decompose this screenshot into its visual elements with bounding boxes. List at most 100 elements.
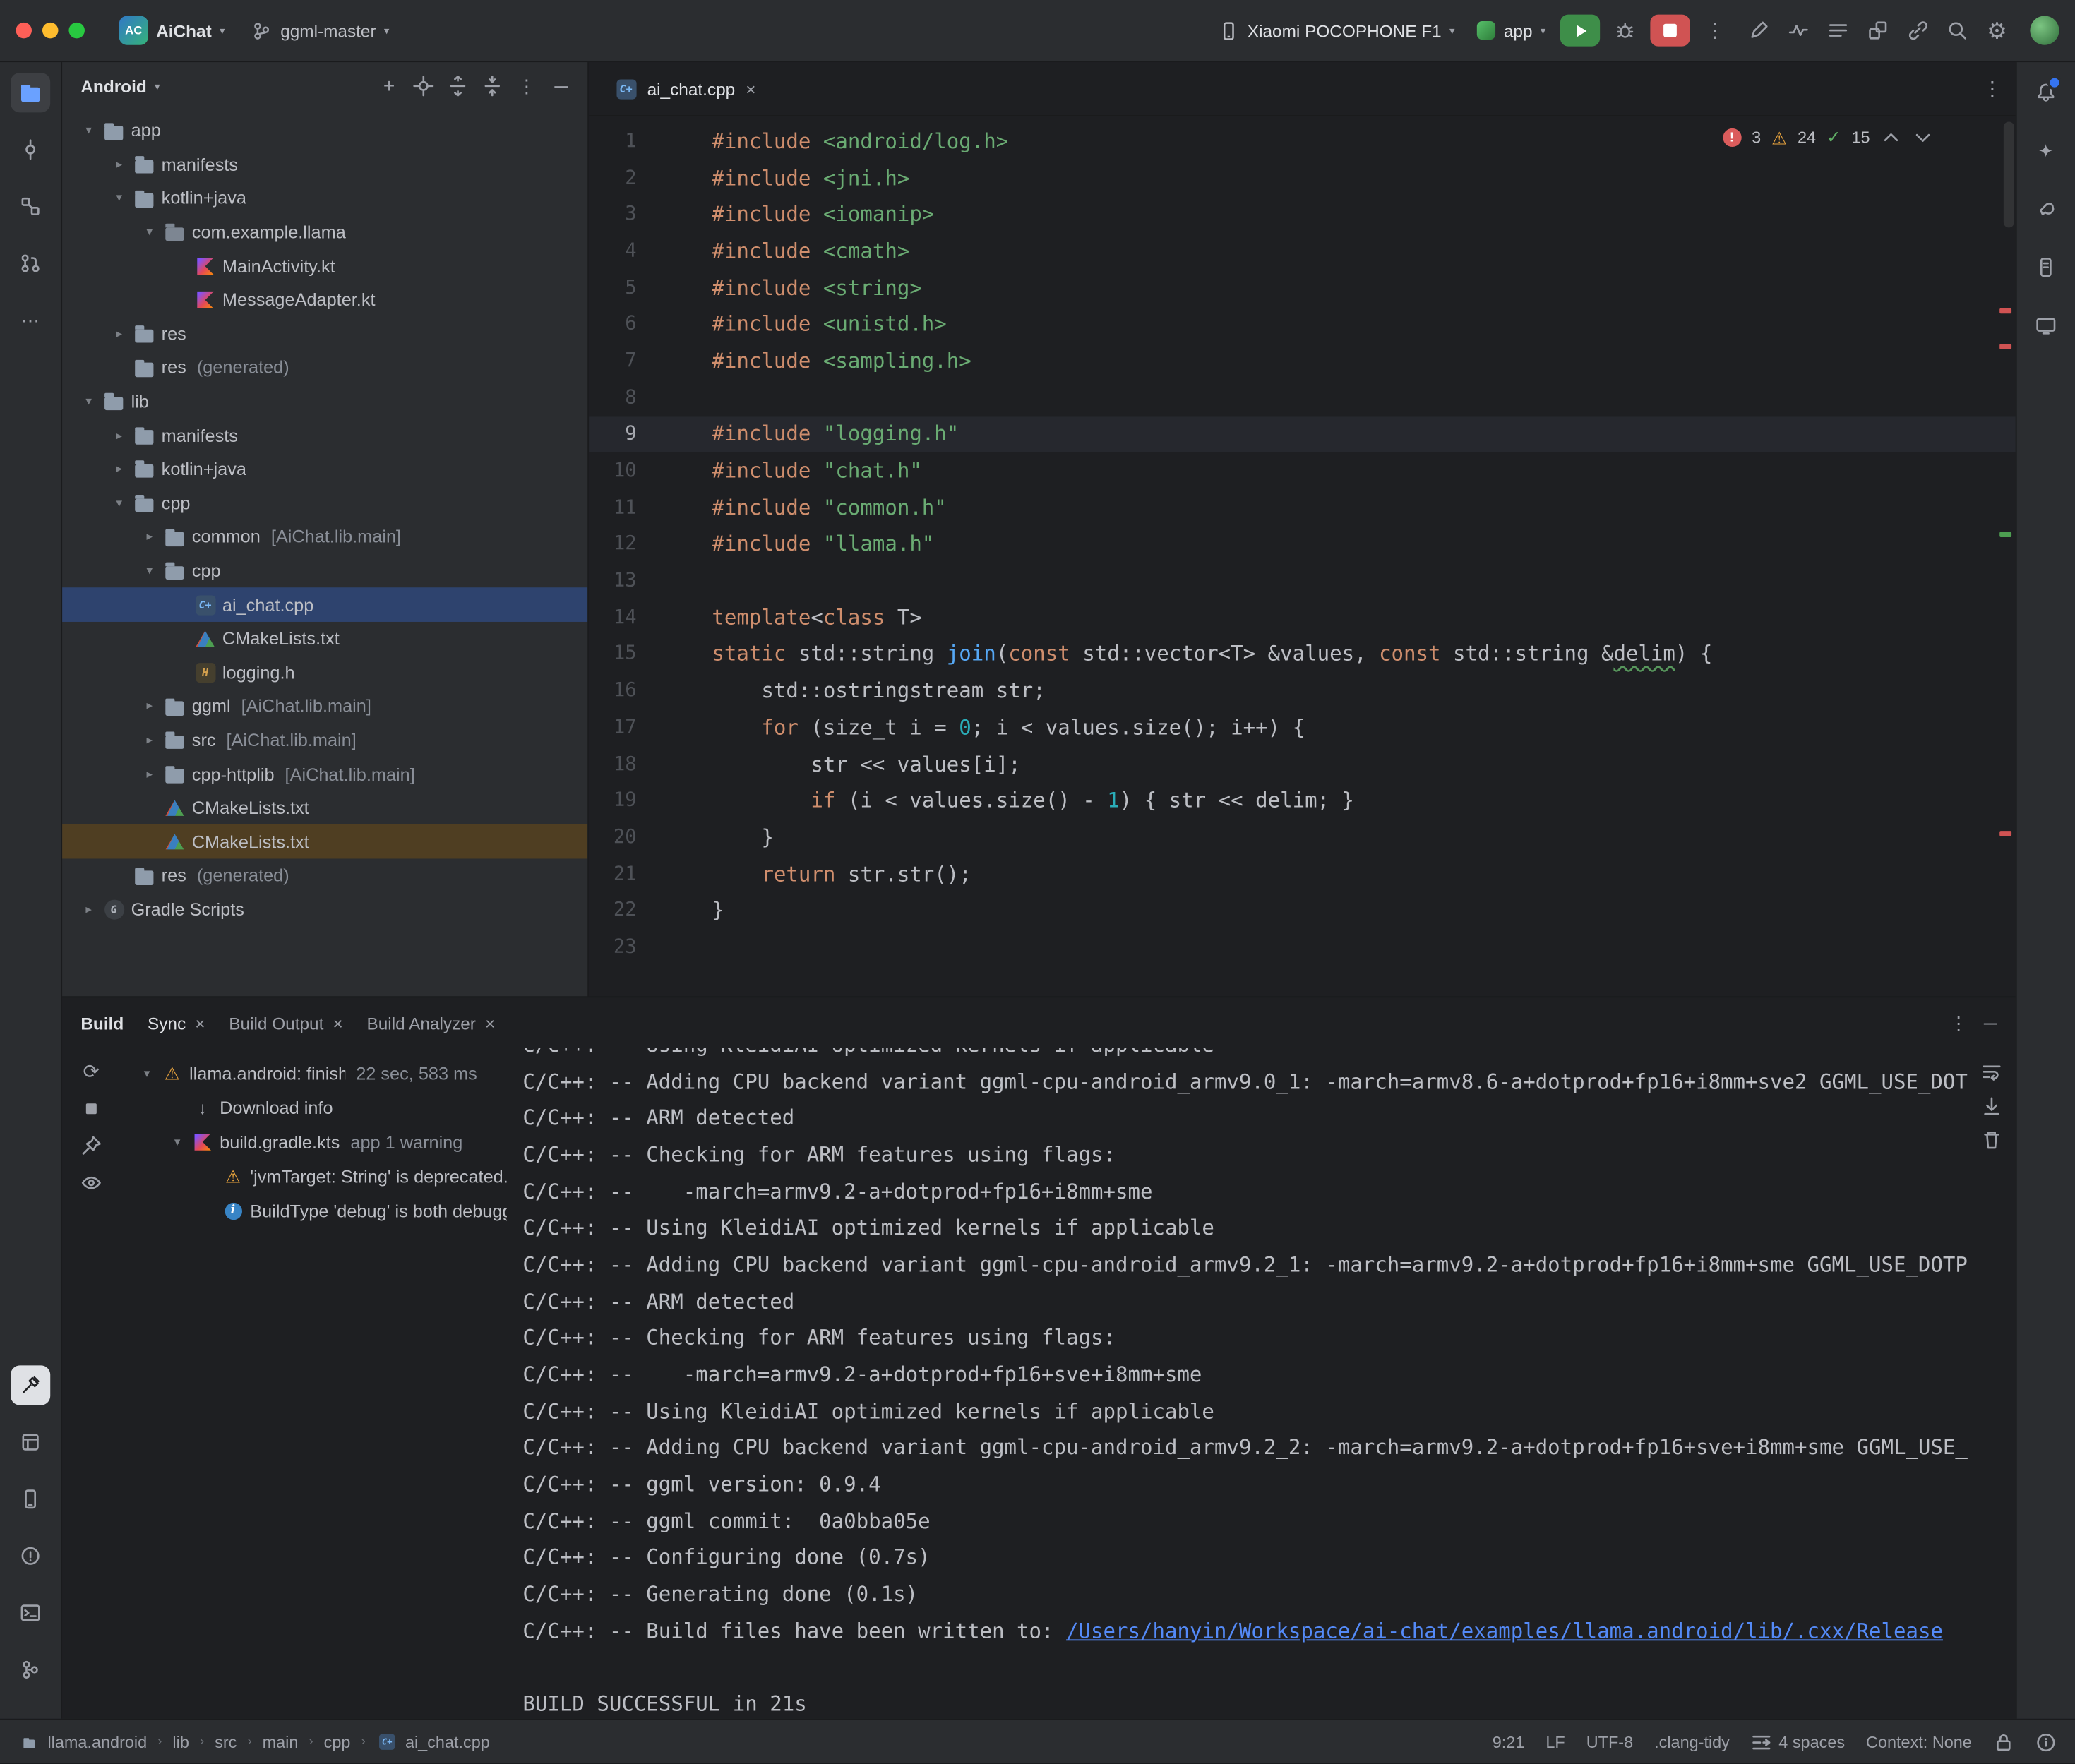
branch-selector[interactable]: ggml-master ▾: [244, 15, 397, 47]
project-tree-item-res[interactable]: res(generated): [62, 859, 587, 893]
code-line-8[interactable]: 8: [589, 380, 2016, 416]
code-line-13[interactable]: 13: [589, 563, 2016, 599]
breadcrumb-lib[interactable]: lib: [172, 1733, 189, 1751]
line-separator[interactable]: LF: [1545, 1733, 1565, 1751]
editor-tab-ai-chat-cpp[interactable]: C+ ai_chat.cpp ×: [602, 62, 769, 115]
build-tab-sync[interactable]: Sync×: [148, 1013, 205, 1033]
device-mirror-icon[interactable]: [1899, 12, 1936, 49]
project-tree-item-app[interactable]: ▾app: [62, 114, 587, 148]
project-tree-item-cpp[interactable]: ▾cpp: [62, 486, 587, 520]
more-icon[interactable]: ⋯: [11, 300, 50, 340]
search-icon[interactable]: [1939, 12, 1975, 49]
breadcrumb-module[interactable]: llama.android: [47, 1733, 147, 1751]
project-tree-item-gradle-scripts[interactable]: ▸GGradle Scripts: [62, 893, 587, 927]
clear-icon[interactable]: [1981, 1130, 2002, 1151]
breadcrumb-main[interactable]: main: [263, 1733, 299, 1751]
build-tree-item-llama-android-finished[interactable]: ▾⚠llama.android: finished22 sec, 583 ms: [121, 1056, 507, 1091]
project-tree-item-lib[interactable]: ▾lib: [62, 385, 587, 419]
chevron-right-icon[interactable]: ▸: [142, 530, 157, 545]
assistant-icon[interactable]: ✦: [2026, 131, 2066, 171]
chevron-right-icon[interactable]: ▸: [111, 327, 126, 342]
project-tree-item-manifests[interactable]: ▸manifests: [62, 148, 587, 181]
build-tab-build-output[interactable]: Build Output×: [229, 1013, 342, 1033]
problems-icon[interactable]: [11, 1536, 50, 1576]
structure-icon[interactable]: [11, 186, 50, 226]
code-line-17[interactable]: 17 for (size_t i = 0; i < values.size();…: [589, 709, 2016, 746]
code-line-14[interactable]: 14template<class T>: [589, 599, 2016, 636]
code-line-5[interactable]: 5#include <string>: [589, 270, 2016, 306]
run-config-selector[interactable]: app ▾: [1469, 16, 1553, 46]
close-tab-icon[interactable]: ×: [485, 1013, 495, 1033]
project-tree-item-manifests[interactable]: ▸manifests: [62, 419, 587, 452]
notifications-icon[interactable]: [2026, 73, 2066, 112]
build-output-path-link[interactable]: /Users/hanyin/Workspace/ai-chat/examples…: [1066, 1619, 1943, 1643]
code-line-22[interactable]: 22}: [589, 892, 2016, 929]
inspections-widget[interactable]: ! 3 ⚠ 24 ✓ 15: [1723, 127, 1934, 148]
lock-icon[interactable]: [1993, 1732, 2014, 1753]
running-devices-icon[interactable]: [2026, 306, 2066, 345]
chevron-down-icon[interactable]: ▾: [169, 1134, 185, 1149]
breadcrumb-src[interactable]: src: [215, 1733, 237, 1751]
build-console[interactable]: C/C++: -- Using KleidiAI optimized kerne…: [507, 1048, 1968, 1723]
code-line-23[interactable]: 23: [589, 929, 2016, 966]
code-line-10[interactable]: 10#include "chat.h": [589, 452, 2016, 489]
code-line-12[interactable]: 12#include "llama.h": [589, 526, 2016, 563]
project-selector[interactable]: AC AiChat ▾: [111, 11, 232, 50]
project-tree-item-src[interactable]: ▸src[AiChat.lib.main]: [62, 724, 587, 757]
build-options-icon[interactable]: ⋮: [1949, 1012, 1968, 1034]
project-tree-item-cmakelists-txt[interactable]: CMakeLists.txt: [62, 622, 587, 656]
caret-position[interactable]: 9:21: [1493, 1733, 1525, 1751]
project-view-selector[interactable]: Android: [80, 76, 146, 96]
code-line-15[interactable]: 15static std::string join(const std::vec…: [589, 636, 2016, 673]
hide-build-panel-icon[interactable]: ─: [1984, 1012, 1997, 1034]
build-tree-item-download-info[interactable]: ↓Download info: [121, 1091, 507, 1125]
minimize-window-button[interactable]: [42, 23, 58, 38]
close-tab-icon[interactable]: ×: [333, 1013, 342, 1033]
editor-scrollbar[interactable]: [2004, 121, 2014, 227]
logcat-icon[interactable]: [1819, 12, 1856, 49]
chevron-right-icon[interactable]: ▸: [111, 428, 126, 443]
build-tree-item-jvmtarget-string-is-deprecated-please-migrate-to-the-compileroptions-dsl[interactable]: ⚠'jvmTarget: String' is deprecated. Plea…: [121, 1159, 507, 1194]
profiler-icon[interactable]: [1780, 12, 1817, 49]
build-icon[interactable]: [11, 1365, 50, 1405]
plugins-icon[interactable]: [1860, 12, 1896, 49]
chevron-right-icon[interactable]: ▸: [80, 902, 96, 917]
chevron-down-icon[interactable]: ▾: [142, 225, 157, 240]
project-tree-item-mainactivity-kt[interactable]: MainActivity.kt: [62, 249, 587, 283]
pull-requests-icon[interactable]: [11, 244, 50, 283]
status-info-icon[interactable]: [2035, 1732, 2057, 1753]
chevron-right-icon[interactable]: ▸: [111, 462, 126, 477]
chevron-right-icon[interactable]: ▸: [142, 699, 157, 714]
close-window-button[interactable]: [16, 23, 31, 38]
build-tab-build-analyzer[interactable]: Build Analyzer×: [366, 1013, 495, 1033]
code-line-4[interactable]: 4#include <cmath>: [589, 233, 2016, 270]
rerun-icon[interactable]: ⟳: [80, 1061, 102, 1082]
code-line-2[interactable]: 2#include <jni.h>: [589, 160, 2016, 196]
add-icon[interactable]: +: [373, 70, 405, 102]
collapse-all-icon[interactable]: [477, 70, 508, 102]
project-tree-item-kotlin-java[interactable]: ▾kotlin+java: [62, 181, 587, 215]
more-actions-icon[interactable]: ⋮: [1697, 12, 1733, 49]
project-tree-item-res[interactable]: res(generated): [62, 351, 587, 385]
code-line-11[interactable]: 11#include "common.h": [589, 489, 2016, 526]
zoom-window-button[interactable]: [68, 23, 84, 38]
version-control-icon[interactable]: [11, 1650, 50, 1689]
close-tab-icon[interactable]: ×: [195, 1013, 205, 1033]
chevron-down-icon[interactable]: ▾: [111, 191, 126, 206]
gradle-tool-icon[interactable]: [2026, 189, 2066, 229]
device-manager-icon[interactable]: [11, 1480, 50, 1519]
suspend-icon[interactable]: [80, 1098, 102, 1120]
code-line-3[interactable]: 3#include <iomanip>: [589, 196, 2016, 233]
code-line-6[interactable]: 6#include <unistd.h>: [589, 306, 2016, 343]
run-button[interactable]: [1560, 15, 1600, 47]
preview-icon[interactable]: [80, 1172, 102, 1194]
project-tree-item-ggml[interactable]: ▸ggml[AiChat.lib.main]: [62, 690, 587, 724]
ai-actions-icon[interactable]: [1740, 12, 1777, 49]
soft-wrap-icon[interactable]: [1981, 1061, 2002, 1082]
project-tree-item-cpp[interactable]: ▾cpp: [62, 554, 587, 588]
code-line-16[interactable]: 16 std::ostringstream str;: [589, 673, 2016, 709]
project-tree-item-cmakelists-txt[interactable]: CMakeLists.txt: [62, 791, 587, 825]
next-problem-icon[interactable]: [1913, 127, 1934, 148]
project-folder-icon[interactable]: [11, 73, 50, 112]
project-tree-item-kotlin-java[interactable]: ▸kotlin+java: [62, 452, 587, 486]
